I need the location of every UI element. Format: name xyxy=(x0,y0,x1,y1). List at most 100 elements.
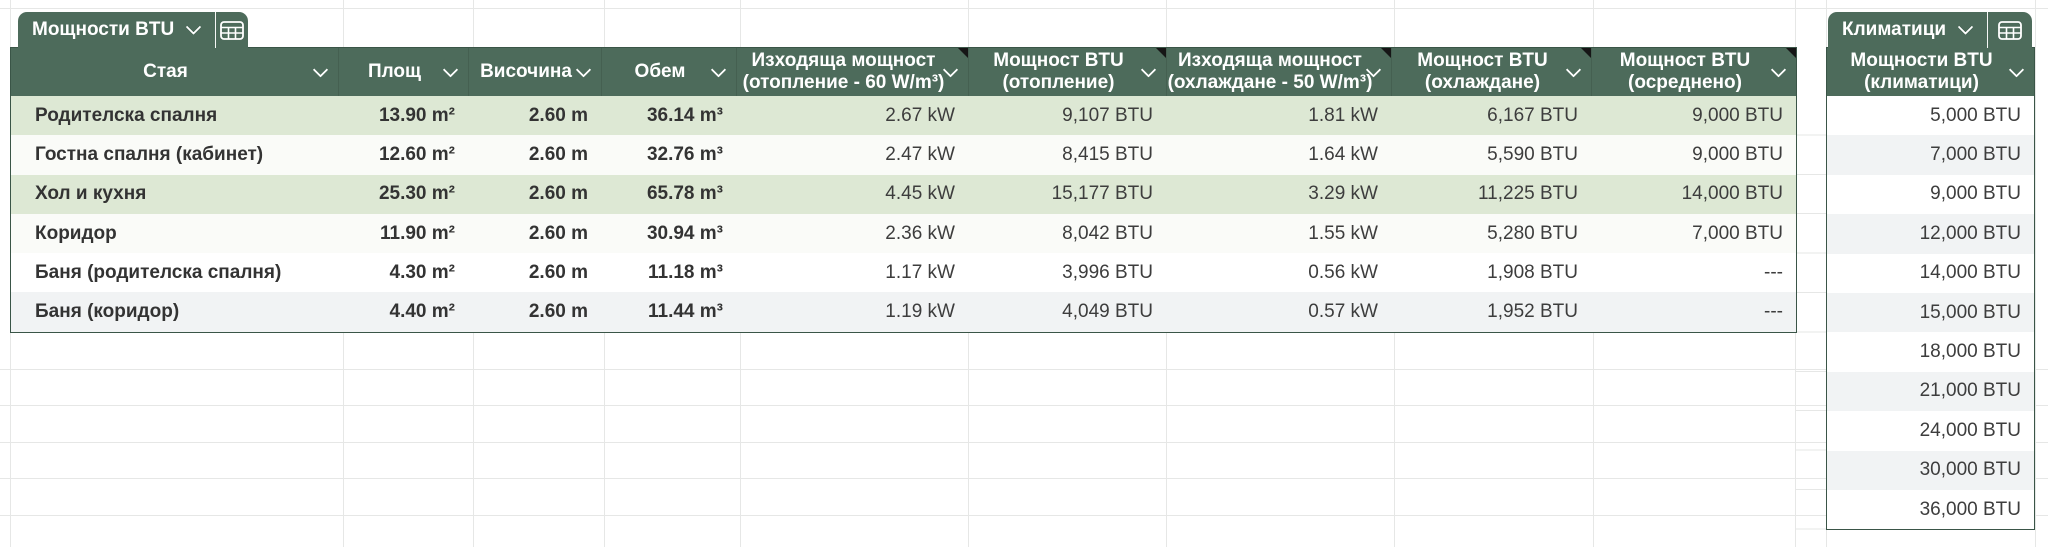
list-item[interactable]: 30,000 BTU xyxy=(1827,450,2034,490)
column-header-cool-btu[interactable]: Мощност BTU (охлаждане) xyxy=(1391,48,1591,96)
cell-heat-btu[interactable]: 9,107 BTU xyxy=(968,96,1166,135)
chevron-down-icon[interactable] xyxy=(1770,62,1787,78)
table-grid-icon[interactable] xyxy=(1988,20,2032,40)
chevron-down-icon[interactable] xyxy=(1957,18,1974,35)
cell-heat-kw[interactable]: 2.47 kW xyxy=(736,135,968,174)
cell-avg-btu[interactable]: 14,000 BTU xyxy=(1591,175,1796,214)
cell-cool-kw[interactable]: 0.56 kW xyxy=(1166,253,1391,292)
column-header-ac-btu[interactable]: Мощности BTU (климатици) xyxy=(1827,48,2034,96)
main-table-tab[interactable]: Мощности BTU xyxy=(18,12,248,48)
cell-cool-btu[interactable]: 5,280 BTU xyxy=(1391,214,1591,253)
cell-avg-btu[interactable]: 9,000 BTU xyxy=(1591,96,1796,135)
cell-room[interactable]: Гостна спалня (кабинет) xyxy=(11,135,338,174)
cell-room[interactable]: Коридор xyxy=(11,214,338,253)
table-grid-icon[interactable] xyxy=(216,20,248,40)
chevron-down-icon[interactable] xyxy=(1565,62,1582,78)
column-header-heat-output[interactable]: Изходяща мощност (отопление - 60 W/m³) xyxy=(736,48,968,96)
list-item[interactable]: 15,000 BTU xyxy=(1827,292,2034,333)
cell-room[interactable]: Родителска спалня xyxy=(11,96,338,135)
cell-heat-btu[interactable]: 8,042 BTU xyxy=(968,214,1166,253)
cell-cool-btu[interactable]: 11,225 BTU xyxy=(1391,175,1591,214)
cell-cool-btu[interactable]: 5,590 BTU xyxy=(1391,135,1591,174)
chevron-down-icon[interactable] xyxy=(2008,62,2025,78)
cell-heat-btu[interactable]: 3,996 BTU xyxy=(968,253,1166,292)
column-header-cool-output[interactable]: Изходяща мощност (охлаждане - 50 W/m³) xyxy=(1166,48,1391,96)
cell-heat-btu[interactable]: 4,049 BTU xyxy=(968,292,1166,331)
cell-area[interactable]: 12.60 m² xyxy=(338,135,468,174)
list-item[interactable]: 24,000 BTU xyxy=(1827,411,2034,451)
chevron-down-icon[interactable] xyxy=(942,62,959,78)
main-table-tab-label: Мощности BTU xyxy=(32,19,175,40)
list-item[interactable]: 5,000 BTU xyxy=(1827,96,2034,136)
cell-cool-kw[interactable]: 3.29 kW xyxy=(1166,175,1391,214)
list-item[interactable]: 36,000 BTU xyxy=(1827,489,2034,530)
cell-avg-btu[interactable]: 7,000 BTU xyxy=(1591,214,1796,253)
cell-avg-btu[interactable]: --- xyxy=(1591,253,1796,292)
column-header-avg-btu[interactable]: Мощност BTU (осреднено) xyxy=(1591,48,1796,96)
list-item[interactable]: 9,000 BTU xyxy=(1827,174,2034,215)
column-header-heat-btu[interactable]: Мощност BTU (отопление) xyxy=(968,48,1166,96)
cell-cool-btu[interactable]: 6,167 BTU xyxy=(1391,96,1591,135)
chevron-down-icon[interactable] xyxy=(575,62,592,78)
cell-area[interactable]: 13.90 m² xyxy=(338,96,468,135)
cell-height[interactable]: 2.60 m xyxy=(468,135,601,174)
chevron-down-icon[interactable] xyxy=(312,62,329,78)
cell-volume[interactable]: 11.44 m³ xyxy=(601,292,736,331)
list-item[interactable]: 18,000 BTU xyxy=(1827,332,2034,372)
cell-heat-kw[interactable]: 1.19 kW xyxy=(736,292,968,331)
cell-room[interactable]: Хол и кухня xyxy=(11,175,338,214)
cell-height[interactable]: 2.60 m xyxy=(468,214,601,253)
cell-volume[interactable]: 30.94 m³ xyxy=(601,214,736,253)
cell-area[interactable]: 4.40 m² xyxy=(338,292,468,331)
cell-volume[interactable]: 11.18 m³ xyxy=(601,253,736,292)
cell-avg-btu[interactable]: 9,000 BTU xyxy=(1591,135,1796,174)
cell-cool-kw[interactable]: 1.64 kW xyxy=(1166,135,1391,174)
header-label: Площ xyxy=(367,61,422,82)
header-sublabel: (осреднено) xyxy=(1628,72,1742,93)
cell-cool-kw[interactable]: 1.55 kW xyxy=(1166,214,1391,253)
cell-cool-kw[interactable]: 0.57 kW xyxy=(1166,292,1391,331)
cell-area[interactable]: 11.90 m² xyxy=(338,214,468,253)
cell-heat-kw[interactable]: 1.17 kW xyxy=(736,253,968,292)
chevron-down-icon[interactable] xyxy=(710,62,727,78)
cell-heat-kw[interactable]: 2.67 kW xyxy=(736,96,968,135)
chevron-down-icon[interactable] xyxy=(442,62,459,78)
column-header-room[interactable]: Стая xyxy=(11,48,338,96)
cell-volume[interactable]: 32.76 m³ xyxy=(601,135,736,174)
cell-height[interactable]: 2.60 m xyxy=(468,96,601,135)
ac-table-tab[interactable]: Климатици xyxy=(1828,12,2032,48)
column-header-area[interactable]: Площ xyxy=(338,48,468,96)
comment-triangle xyxy=(1381,48,1391,58)
cell-room[interactable]: Баня (родителска спалня) xyxy=(11,253,338,292)
cell-cool-btu[interactable]: 1,908 BTU xyxy=(1391,253,1591,292)
cell-heat-btu[interactable]: 15,177 BTU xyxy=(968,175,1166,214)
list-item[interactable]: 21,000 BTU xyxy=(1827,371,2034,412)
cell-heat-btu[interactable]: 8,415 BTU xyxy=(968,135,1166,174)
cell-room[interactable]: Баня (коридор) xyxy=(11,292,338,331)
cell-area[interactable]: 25.30 m² xyxy=(338,175,468,214)
cell-heat-kw[interactable]: 2.36 kW xyxy=(736,214,968,253)
column-header-volume[interactable]: Обем xyxy=(601,48,736,96)
header-label: Мощност BTU xyxy=(993,50,1124,71)
cell-area[interactable]: 4.30 m² xyxy=(338,253,468,292)
column-header-height[interactable]: Височина xyxy=(468,48,601,96)
cell-avg-btu[interactable]: --- xyxy=(1591,292,1796,331)
cell-heat-kw[interactable]: 4.45 kW xyxy=(736,175,968,214)
list-item[interactable]: 14,000 BTU xyxy=(1827,253,2034,293)
list-item[interactable]: 12,000 BTU xyxy=(1827,214,2034,254)
cell-height[interactable]: 2.60 m xyxy=(468,175,601,214)
cell-volume[interactable]: 65.78 m³ xyxy=(601,175,736,214)
cell-cool-kw[interactable]: 1.81 kW xyxy=(1166,96,1391,135)
sheet-grid-gap xyxy=(1795,96,1826,530)
comment-triangle xyxy=(1786,48,1796,58)
list-item[interactable]: 7,000 BTU xyxy=(1827,135,2034,175)
cell-height[interactable]: 2.60 m xyxy=(468,253,601,292)
chevron-down-icon[interactable] xyxy=(185,18,202,35)
cell-height[interactable]: 2.60 m xyxy=(468,292,601,331)
header-label: Обем xyxy=(634,61,686,82)
header-label: Мощности BTU xyxy=(1850,50,1993,71)
cell-volume[interactable]: 36.14 m³ xyxy=(601,96,736,135)
cell-cool-btu[interactable]: 1,952 BTU xyxy=(1391,292,1591,331)
header-label: Мощност BTU xyxy=(1417,50,1548,71)
chevron-down-icon[interactable] xyxy=(1140,62,1157,78)
